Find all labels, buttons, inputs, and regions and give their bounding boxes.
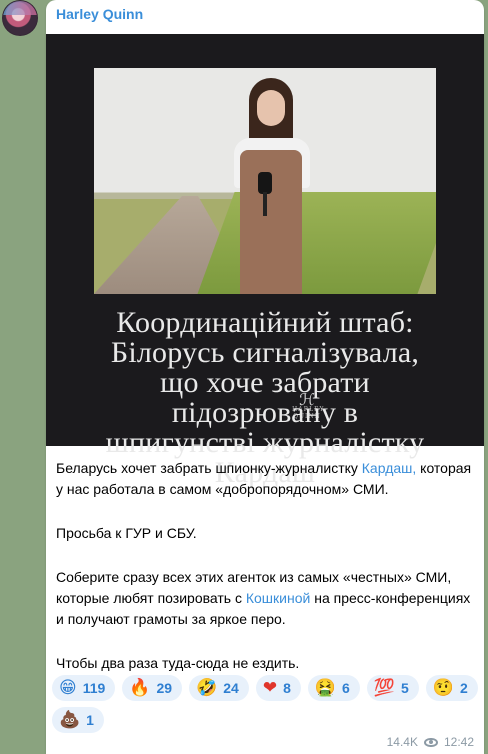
reaction-count: 5 xyxy=(401,680,409,696)
reaction-count: 2 xyxy=(459,680,468,696)
fire-emoji-icon: 🔥 xyxy=(129,677,151,698)
reaction-count: 6 xyxy=(342,680,350,696)
reaction-fire[interactable]: 🔥 29 xyxy=(122,675,183,701)
grin-emoji-icon: 😁 xyxy=(59,677,77,698)
reaction-count: 8 xyxy=(283,680,291,696)
post-photo[interactable]: Координаційний штаб: Білорусь сигналізув… xyxy=(46,34,484,488)
heart-emoji-icon: ❤ xyxy=(262,677,278,698)
reaction-count: 1 xyxy=(86,712,94,728)
rofl-emoji-icon: 🤣 xyxy=(196,677,218,698)
paragraph-4: Чтобы два раза туда-сюда не ездить. xyxy=(56,655,300,671)
message-text: Беларусь хочет забрать шпионку-журналист… xyxy=(56,458,476,697)
reactions-row-2: 💩 1 xyxy=(52,707,482,733)
reaction-poop[interactable]: 💩 1 xyxy=(52,707,104,733)
watermark-logo-icon: ℋ HARLEY QUINN xyxy=(292,390,325,420)
reactions-bar: 😁 119 🔥 29 🤣 24 ❤ 8 🤮 6 💯 5 🤨 2 💩 1 xyxy=(52,675,482,739)
reaction-count: 24 xyxy=(223,680,239,696)
message-time: 12:42 xyxy=(443,735,474,749)
reaction-hundred[interactable]: 💯 5 xyxy=(366,675,419,701)
reaction-count: 119 xyxy=(82,680,106,696)
eye-icon xyxy=(423,737,438,747)
paragraph-3: Соберите сразу всех этих агенток из самы… xyxy=(56,569,471,627)
person-face xyxy=(257,90,285,126)
vomit-emoji-icon: 🤮 xyxy=(314,677,337,698)
avatar-decoration xyxy=(3,1,37,15)
reactions-row-1: 😁 119 🔥 29 🤣 24 ❤ 8 🤮 6 💯 5 🤨 2 xyxy=(52,675,482,701)
field xyxy=(197,192,436,294)
raised-eyebrow-emoji-icon: 🤨 xyxy=(432,677,454,698)
paragraph-1: Беларусь хочет забрать шпионку-журналист… xyxy=(56,460,472,497)
link-koshkina[interactable]: Кошкиной xyxy=(246,590,310,606)
microphone-handle xyxy=(263,192,267,216)
message-meta: 14.4K 12:42 xyxy=(387,735,474,749)
person-dress xyxy=(240,150,302,294)
reaction-count: 29 xyxy=(156,680,173,696)
paragraph-2: Просьба к ГУР и СБУ. xyxy=(56,525,197,541)
poop-emoji-icon: 💩 xyxy=(59,709,81,730)
hundred-emoji-icon: 💯 xyxy=(373,677,396,698)
sender-name[interactable]: Harley Quinn xyxy=(56,6,143,22)
reaction-vomit[interactable]: 🤮 6 xyxy=(307,675,360,701)
reaction-heart[interactable]: ❤ 8 xyxy=(255,675,301,701)
microphone-icon xyxy=(258,172,272,194)
view-count: 14.4K xyxy=(386,735,418,749)
link-kardash[interactable]: Кардаш, xyxy=(362,460,416,476)
reaction-rofl[interactable]: 🤣 24 xyxy=(189,675,249,701)
avatar[interactable] xyxy=(2,0,38,36)
photo-scene xyxy=(94,68,436,294)
message-bubble: Harley Quinn Координаційний штаб: Білору… xyxy=(46,0,484,754)
reaction-raised-eyebrow[interactable]: 🤨 2 xyxy=(425,675,478,701)
reaction-grin[interactable]: 😁 119 xyxy=(52,675,116,701)
